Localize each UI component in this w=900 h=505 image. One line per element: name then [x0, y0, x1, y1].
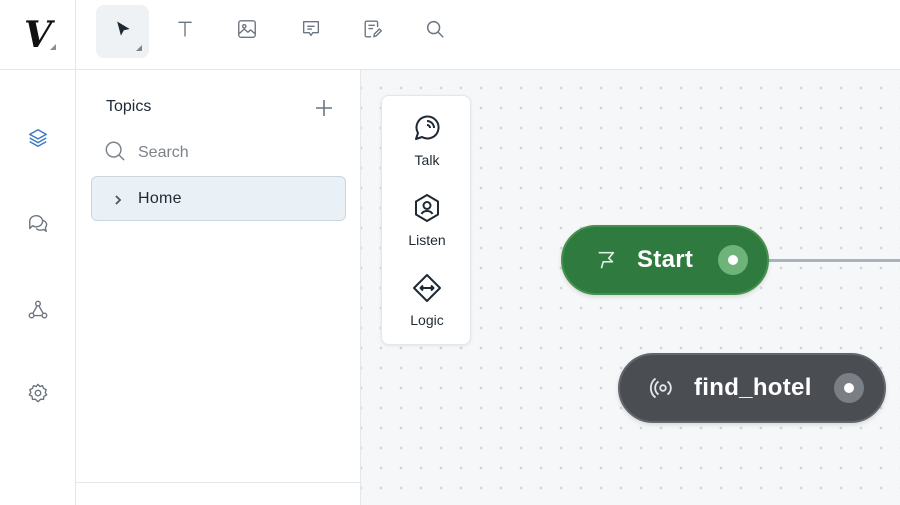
palette-item-label: Talk [414, 152, 440, 168]
plus-icon [314, 100, 334, 122]
step-palette: Talk Listen Logic [381, 95, 471, 345]
intent-node-title: find_hotel [694, 374, 812, 401]
tool-submenu-indicator [136, 45, 142, 51]
layers-icon[interactable] [23, 123, 53, 153]
palette-item-label: Listen [408, 232, 446, 248]
settings-icon[interactable] [23, 378, 53, 408]
topics-search-input[interactable] [138, 144, 328, 162]
comment-icon [300, 18, 322, 45]
search-icon [104, 140, 126, 167]
listen-icon [411, 192, 443, 229]
start-node-title: Start [637, 246, 694, 273]
topic-item-home[interactable]: Home [91, 176, 346, 221]
search-tool-button[interactable] [408, 5, 461, 58]
intent-node-port[interactable] [834, 373, 864, 403]
image-tool-button[interactable] [220, 5, 273, 58]
search-icon [424, 18, 446, 45]
add-topic-button[interactable] [314, 98, 334, 118]
logic-icon [411, 272, 443, 309]
topics-search [104, 140, 344, 166]
left-rail: V [0, 0, 76, 505]
note-edit-icon [362, 18, 384, 45]
palette-item-label: Logic [410, 312, 444, 328]
integrations-icon[interactable] [23, 295, 53, 325]
flow-canvas[interactable]: Talk Listen Logic Start find_hotel [361, 70, 900, 505]
logo[interactable]: V [0, 0, 76, 70]
talk-icon [411, 112, 443, 149]
topics-title: Topics [106, 98, 152, 115]
intent-icon [650, 375, 676, 401]
pointer-icon [113, 19, 133, 44]
select-tool-button[interactable] [96, 5, 149, 58]
palette-item-talk[interactable]: Talk [382, 112, 472, 182]
start-node[interactable]: Start [561, 225, 769, 295]
palette-item-logic[interactable]: Logic [382, 272, 472, 342]
text-icon [175, 19, 195, 44]
text-tool-button[interactable] [158, 5, 211, 58]
top-toolbar [76, 0, 900, 70]
topics-panel: Topics Home [76, 70, 361, 505]
image-icon [236, 18, 258, 45]
flag-icon [595, 249, 617, 271]
app-root: V Topics Search Home Talk Listen Logic S… [0, 0, 900, 505]
start-node-port[interactable] [718, 245, 748, 275]
intent-node-find-hotel[interactable]: find_hotel [618, 353, 886, 423]
port-dot [844, 383, 854, 393]
topic-item-label: Home [138, 189, 182, 207]
logo-menu-indicator [50, 44, 56, 50]
logo-glyph: V [24, 13, 52, 56]
palette-item-listen[interactable]: Listen [382, 192, 472, 262]
start-connector-line [766, 259, 900, 262]
notes-tool-button[interactable] [346, 5, 399, 58]
comment-tool-button[interactable] [284, 5, 337, 58]
chat-icon[interactable] [23, 208, 53, 238]
panel-footer-divider [76, 482, 360, 483]
port-dot [728, 255, 738, 265]
chevron-right-icon[interactable] [112, 193, 124, 205]
